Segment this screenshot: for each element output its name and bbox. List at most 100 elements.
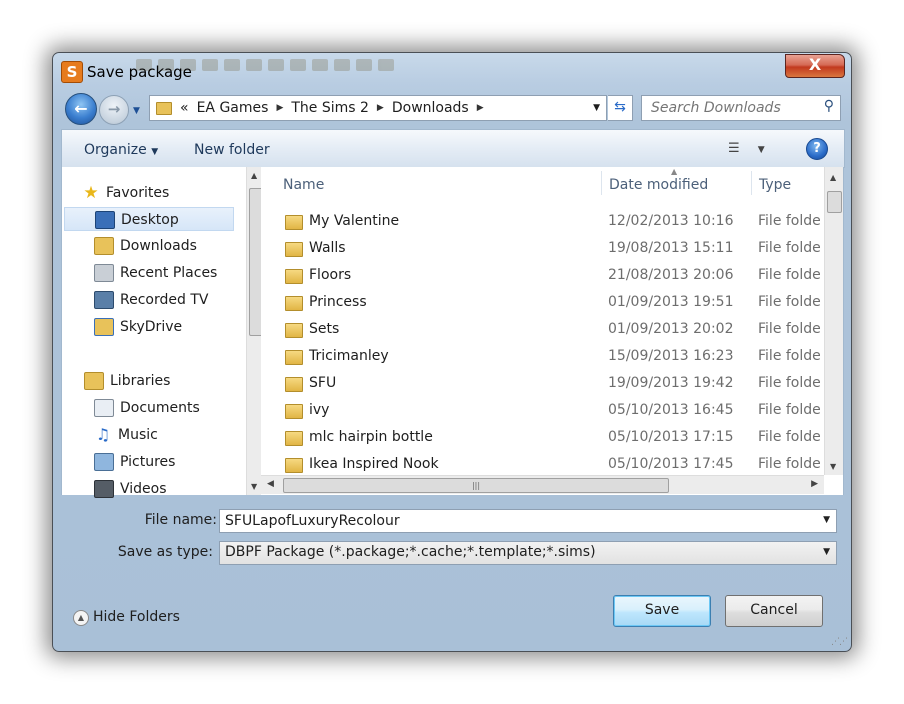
breadcrumb-the-sims-2[interactable]: The Sims 2 <box>291 100 369 116</box>
file-name-field[interactable]: ▼ <box>219 509 837 533</box>
nav-videos[interactable]: Videos <box>94 477 167 501</box>
file-row[interactable]: Tricimanley 15/09/2013 16:23 File folder <box>261 344 821 370</box>
skydrive-icon <box>94 318 114 336</box>
chevron-down-icon[interactable]: ▼ <box>823 515 830 525</box>
app-icon: S <box>61 61 83 83</box>
scroll-right-icon[interactable]: ▶ <box>811 479 818 489</box>
desktop-icon <box>95 211 115 229</box>
back-arrow-icon: ← <box>74 99 88 118</box>
file-name-input[interactable] <box>220 510 817 532</box>
scroll-down-icon[interactable]: ▼ <box>830 462 836 471</box>
hide-folders-button[interactable]: Hide Folders <box>93 609 180 625</box>
file-type: File folder <box>758 429 820 445</box>
file-type: File folder <box>758 348 820 364</box>
file-date: 19/08/2013 15:11 <box>608 240 734 256</box>
nav-libraries[interactable]: Libraries <box>84 369 170 393</box>
new-folder-button[interactable]: New folder <box>194 142 270 158</box>
file-vertical-scrollbar[interactable]: ▲ ▼ <box>824 167 843 475</box>
file-type: File folder <box>758 456 820 472</box>
nav-pictures[interactable]: Pictures <box>94 450 175 474</box>
address-bar[interactable]: « EA Games ▶ The Sims 2 ▶ Downloads ▶ ▼ <box>149 95 607 121</box>
documents-icon <box>94 399 114 417</box>
refresh-icon: ⇆ <box>614 99 626 115</box>
scroll-down-icon[interactable]: ▼ <box>251 482 257 491</box>
change-view-button[interactable]: ☰ ▼ <box>728 141 765 156</box>
search-input[interactable] <box>642 96 823 120</box>
column-divider[interactable] <box>601 171 602 195</box>
file-vscroll-thumb[interactable] <box>827 191 842 213</box>
organize-button[interactable]: Organize ▼ <box>84 142 158 158</box>
file-type: File folder <box>758 294 820 310</box>
help-button[interactable]: ? <box>806 138 828 160</box>
file-date: 05/10/2013 17:45 <box>608 456 734 472</box>
file-list: Name Date modified ▲ Type My Valentine 12… <box>261 167 844 495</box>
file-row[interactable]: Sets 01/09/2013 20:02 File folder <box>261 317 821 343</box>
breadcrumb-separator-icon[interactable]: ▶ <box>477 103 484 113</box>
forward-arrow-icon: → <box>107 100 121 118</box>
navigation-pane: ★ Favorites Desktop Downloads Recent Plac… <box>61 167 264 498</box>
file-row[interactable]: ivy 05/10/2013 16:45 File folder <box>261 398 821 424</box>
breadcrumb-ea-games[interactable]: EA Games <box>197 100 269 116</box>
save-type-select[interactable]: DBPF Package (*.package;*.cache;*.templa… <box>219 541 837 565</box>
file-row[interactable]: Floors 21/08/2013 20:06 File folder <box>261 263 821 289</box>
nav-documents-label: Documents <box>120 400 200 416</box>
nav-documents[interactable]: Documents <box>94 396 200 420</box>
file-type: File folder <box>758 267 820 283</box>
search-box[interactable]: ⚲ <box>641 95 841 121</box>
breadcrumb-separator-icon[interactable]: ▶ <box>377 103 384 113</box>
column-header-date[interactable]: Date modified <box>609 177 708 193</box>
folder-icon <box>285 458 303 473</box>
file-horizontal-scrollbar[interactable]: ◀ ||| ▶ <box>261 475 824 494</box>
column-divider[interactable] <box>751 171 752 195</box>
nav-desktop[interactable]: Desktop <box>64 207 234 231</box>
scroll-up-icon[interactable]: ▲ <box>251 171 257 180</box>
file-date: 01/09/2013 19:51 <box>608 294 734 310</box>
file-date: 15/09/2013 16:23 <box>608 348 734 364</box>
scroll-up-icon[interactable]: ▲ <box>830 173 836 182</box>
file-row[interactable]: Princess 01/09/2013 19:51 File folder <box>261 290 821 316</box>
refresh-button[interactable]: ⇆ <box>608 95 633 121</box>
file-date: 05/10/2013 16:45 <box>608 402 734 418</box>
file-row[interactable]: SFU 19/09/2013 19:42 File folder <box>261 371 821 397</box>
file-row[interactable]: Walls 19/08/2013 15:11 File folder <box>261 236 821 262</box>
file-hscroll-thumb[interactable]: ||| <box>283 478 669 493</box>
chevron-down-icon: ▼ <box>823 547 830 557</box>
recent-locations-dropdown-icon[interactable]: ▼ <box>133 106 140 116</box>
scroll-left-icon[interactable]: ◀ <box>267 479 274 489</box>
folder-icon <box>156 101 172 115</box>
close-button[interactable]: X <box>785 54 845 78</box>
organize-label: Organize <box>84 142 147 158</box>
nav-downloads[interactable]: Downloads <box>94 234 197 258</box>
address-dropdown-icon[interactable]: ▼ <box>593 103 600 113</box>
column-header-type[interactable]: Type <box>759 177 791 193</box>
save-button[interactable]: Save <box>613 595 711 627</box>
chevron-down-icon: ▼ <box>757 145 765 155</box>
search-icon[interactable]: ⚲ <box>824 98 834 114</box>
cancel-button[interactable]: Cancel <box>725 595 823 627</box>
nav-favorites[interactable]: ★ Favorites <box>82 181 169 205</box>
resize-grip-icon[interactable]: ⋰⋰ <box>831 637 848 647</box>
chevron-up-icon[interactable]: ▲ <box>73 610 89 626</box>
nav-music-label: Music <box>118 427 158 443</box>
folder-icon <box>285 296 303 311</box>
breadcrumb-downloads[interactable]: Downloads <box>392 100 469 116</box>
command-toolbar: Organize ▼ New folder ☰ ▼ ? <box>61 129 845 168</box>
forward-button[interactable]: → <box>99 95 129 125</box>
file-name: Princess <box>309 294 367 310</box>
column-header-name[interactable]: Name <box>283 177 324 193</box>
file-name: My Valentine <box>309 213 400 229</box>
breadcrumb-overflow[interactable]: « <box>180 100 189 116</box>
pictures-icon <box>94 453 114 471</box>
file-row[interactable]: mlc hairpin bottle 05/10/2013 17:15 File f… <box>261 425 821 451</box>
nav-pictures-label: Pictures <box>120 454 176 470</box>
help-icon: ? <box>813 141 821 156</box>
file-row[interactable]: My Valentine 12/02/2013 10:16 File folder <box>261 209 821 235</box>
nav-skydrive[interactable]: SkyDrive <box>94 315 182 339</box>
nav-recorded-tv[interactable]: Recorded TV <box>94 288 208 312</box>
breadcrumb-separator-icon[interactable]: ▶ <box>276 103 283 113</box>
nav-music[interactable]: ♫ Music <box>94 423 158 447</box>
list-view-icon: ☰ <box>728 141 740 156</box>
back-button[interactable]: ← <box>65 93 97 125</box>
file-type: File folder <box>758 375 820 391</box>
nav-recent-places[interactable]: Recent Places <box>94 261 217 285</box>
